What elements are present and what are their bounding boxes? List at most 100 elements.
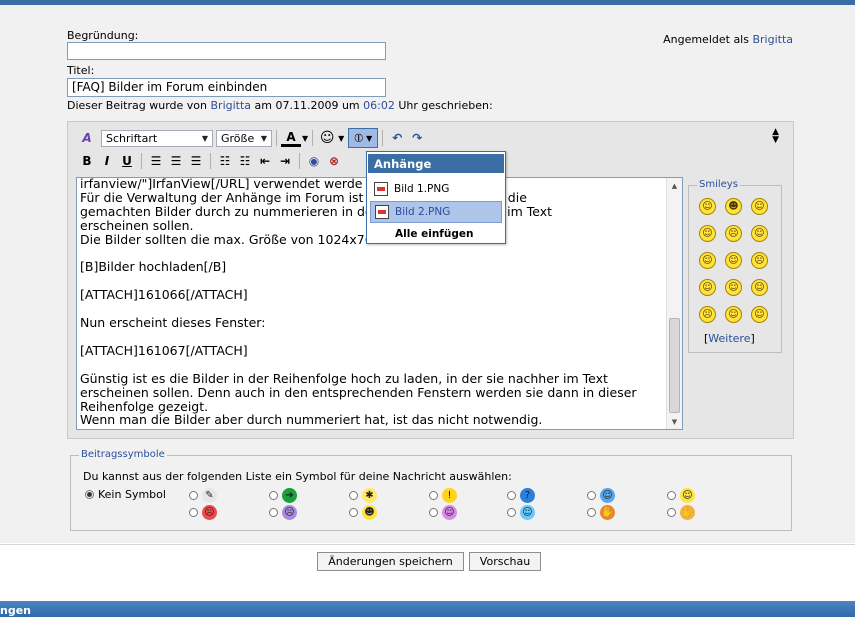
smiley-cell[interactable]: ☺	[699, 252, 725, 279]
ordered-list-icon[interactable]: ☷	[215, 152, 235, 170]
smiley-cell[interactable]: ☻	[725, 198, 751, 225]
post-icon-option[interactable]: ☺	[587, 488, 615, 503]
preview-button[interactable]: Vorschau	[469, 552, 541, 571]
devil-smiley-icon[interactable]: ☺	[751, 279, 768, 296]
mad-smiley-icon[interactable]: ☹	[699, 306, 716, 323]
eek-smiley-icon[interactable]: ☺	[725, 306, 742, 323]
smiley-cell[interactable]: ☹	[699, 306, 725, 333]
textarea-scrollbar[interactable]: ▲ ▼	[666, 178, 682, 429]
smiley-cell[interactable]: ☺	[699, 198, 725, 225]
font-size-select[interactable]: Größe ▼	[216, 129, 272, 147]
align-right-icon[interactable]: ☰	[186, 152, 206, 170]
post-icon-option[interactable]: ☹	[269, 505, 297, 520]
radio-button[interactable]	[269, 508, 278, 517]
remove-format-icon[interactable]: A	[77, 129, 97, 147]
scroll-up-icon[interactable]: ▲	[667, 178, 682, 193]
chevron-down-icon[interactable]: ▼	[338, 134, 344, 143]
unordered-list-icon[interactable]: ☷	[235, 152, 255, 170]
indent-icon[interactable]: ⇥	[275, 152, 295, 170]
radio-button[interactable]	[429, 491, 438, 500]
chevron-down-icon[interactable]: ▼	[302, 134, 308, 143]
title-input[interactable]: [FAQ] Bilder im Forum einbinden	[67, 78, 386, 97]
reason-input[interactable]	[67, 42, 386, 60]
italic-button[interactable]: I	[97, 152, 117, 170]
grin-smiley-icon[interactable]: ☻	[725, 198, 742, 215]
rolleyes-smiley-icon[interactable]: ☺	[725, 279, 742, 296]
smiley-cell[interactable]: ☺	[751, 279, 777, 306]
post-icon-option[interactable]: ☺	[429, 505, 457, 520]
more-smileys: [Weitere]	[704, 332, 755, 345]
post-icon-none[interactable]: Kein Symbol	[85, 488, 166, 501]
post-icon-option[interactable]: ☻	[349, 505, 377, 520]
written-user-link[interactable]: Brigitta	[211, 99, 252, 112]
frown-smiley-icon[interactable]: ☹	[751, 252, 768, 269]
align-left-icon[interactable]: ☰	[146, 152, 166, 170]
redo-icon[interactable]: ↷	[407, 129, 427, 147]
radio-button[interactable]	[667, 491, 676, 500]
font-family-select[interactable]: Schriftart ▼	[101, 129, 213, 147]
post-icon-option[interactable]: ✋	[587, 505, 615, 520]
font-color-button[interactable]: A	[281, 130, 301, 147]
outdent-icon[interactable]: ⇤	[255, 152, 275, 170]
post-icon-option[interactable]: ✎	[189, 488, 217, 503]
radio-button[interactable]	[429, 508, 438, 517]
big-grin-smiley-icon[interactable]: ☺	[699, 225, 716, 242]
remove-link-icon[interactable]: ⊗	[324, 152, 344, 170]
radio-button[interactable]	[507, 491, 516, 500]
save-changes-button[interactable]: Änderungen speichern	[317, 552, 464, 571]
post-icon-option[interactable]: ☹	[189, 505, 217, 520]
laugh-smiley-icon[interactable]: ☺	[699, 252, 716, 269]
wink-smiley-icon[interactable]: ☺	[751, 198, 768, 215]
smiley-cell[interactable]: ☺	[751, 198, 777, 225]
resize-arrows-icon[interactable]: ▲ ▼	[772, 128, 779, 145]
smiley-cell[interactable]: ☺	[725, 279, 751, 306]
radio-button[interactable]	[587, 508, 596, 517]
scroll-down-icon[interactable]: ▼	[667, 414, 682, 429]
radio-button[interactable]	[587, 491, 596, 500]
smiley-cell[interactable]: ☺	[699, 279, 725, 306]
smiley-cell[interactable]: ☺	[699, 225, 725, 252]
underline-button[interactable]: U	[117, 152, 137, 170]
post-icon-option[interactable]: ☺	[667, 488, 695, 503]
smiley-cell[interactable]: ☺	[751, 306, 777, 333]
radio-button[interactable]	[667, 508, 676, 517]
radio-selected[interactable]	[85, 490, 94, 499]
undo-icon[interactable]: ↶	[387, 129, 407, 147]
attachment-item-selected[interactable]: Bild 2.PNG	[370, 201, 502, 223]
written-suffix: Uhr geschrieben:	[398, 99, 493, 112]
insert-all-attachments[interactable]: Alle einfügen	[395, 228, 473, 240]
insert-link-icon[interactable]: ◉	[304, 152, 324, 170]
smiley-cell[interactable]: ☺	[725, 306, 751, 333]
smiley-cell[interactable]: ☺	[725, 252, 751, 279]
cool-smiley-icon[interactable]: ☺	[751, 225, 768, 242]
align-center-icon[interactable]: ☰	[166, 152, 186, 170]
happy-smiley-icon[interactable]: ☺	[699, 279, 716, 296]
post-icon-option[interactable]: ✱	[349, 488, 377, 503]
smiley-cell[interactable]: ☹	[725, 225, 751, 252]
radio-button[interactable]	[189, 491, 198, 500]
shocked-smiley-icon[interactable]: ☺	[751, 306, 768, 323]
bold-button[interactable]: B	[77, 152, 97, 170]
post-icon-option[interactable]: ?	[507, 488, 535, 503]
smiley-cell[interactable]: ☺	[751, 225, 777, 252]
bottom-section-bar: ngen	[0, 601, 855, 617]
smiley-insert-icon[interactable]: ☺	[317, 129, 337, 147]
radio-button[interactable]	[507, 508, 516, 517]
radio-button[interactable]	[269, 491, 278, 500]
embarrassed-smiley-icon[interactable]: ☺	[725, 252, 742, 269]
post-icon-option[interactable]: ✋	[667, 505, 695, 520]
post-icon-option[interactable]: ☺	[507, 505, 535, 520]
radio-button[interactable]	[189, 508, 198, 517]
confused-smiley-icon[interactable]: ☹	[725, 225, 742, 242]
attachment-button[interactable]: ⦶ ▼	[348, 128, 379, 148]
post-icon-option[interactable]: ➔	[269, 488, 297, 503]
smiley-cell[interactable]: ☹	[751, 252, 777, 279]
scroll-thumb[interactable]	[669, 318, 680, 413]
logged-in-user-link[interactable]: Brigitta	[752, 33, 793, 46]
attachment-item[interactable]: Bild 1.PNG	[370, 178, 502, 200]
post-icon-option[interactable]: !	[429, 488, 457, 503]
radio-button[interactable]	[349, 508, 358, 517]
radio-button[interactable]	[349, 491, 358, 500]
more-smileys-link[interactable]: Weitere	[708, 332, 750, 345]
smile-smiley-icon[interactable]: ☺	[699, 198, 716, 215]
